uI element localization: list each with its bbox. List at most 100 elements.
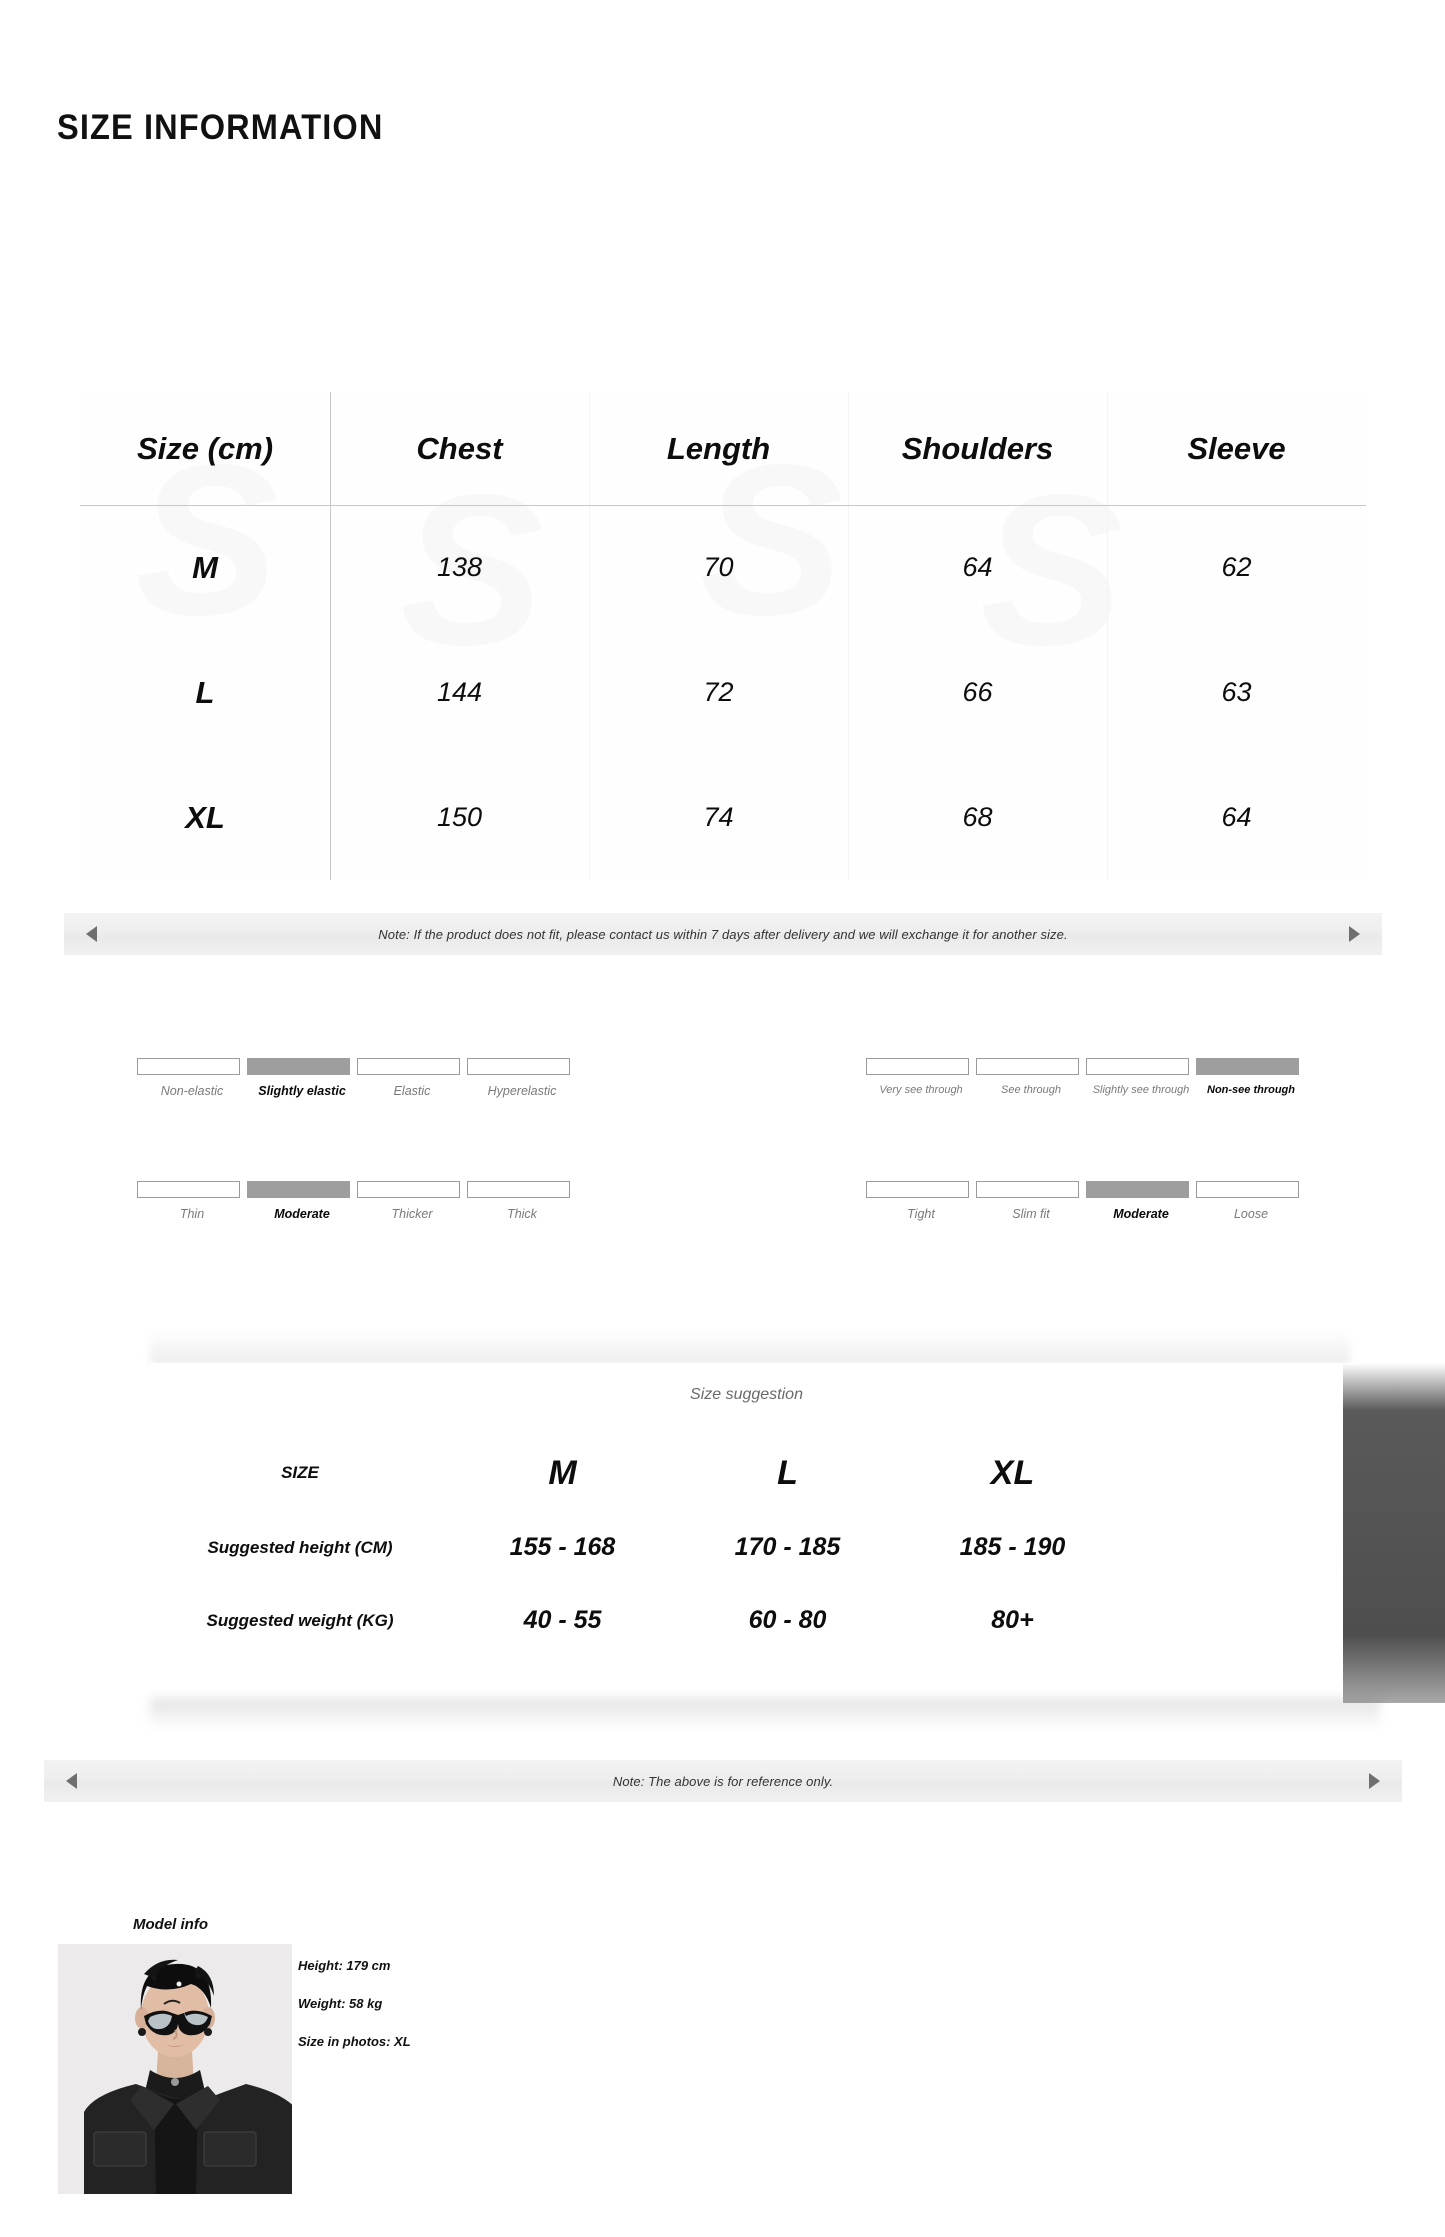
cell-sleeve: 62 <box>1221 552 1252 582</box>
size-table: Size (cm) Chest Length Shoulders Sleeve … <box>80 392 1366 880</box>
table-header-row: Size (cm) Chest Length Shoulders Sleeve <box>80 392 1366 505</box>
column-header-chest: Chest <box>416 430 503 466</box>
column-header-size: Size (cm) <box>136 430 274 466</box>
meter-option-tight[interactable]: Tight <box>866 1181 976 1221</box>
meter-label: Moderate <box>1113 1207 1169 1221</box>
meter-option-see-through[interactable]: See through <box>976 1058 1086 1096</box>
meter-option-moderate[interactable]: Moderate <box>1086 1181 1196 1221</box>
suggestion-size-m: M <box>548 1453 577 1492</box>
meter-option-non-elastic[interactable]: Non-elastic <box>137 1058 247 1098</box>
meter-label: Moderate <box>274 1207 330 1221</box>
row-label-weight: Suggested weight (KG) <box>206 1610 394 1630</box>
column-header-length: Length <box>666 430 771 466</box>
cell-length: 74 <box>703 802 734 832</box>
meter-label: Thin <box>179 1207 205 1221</box>
arrow-right-icon[interactable] <box>1349 926 1360 942</box>
table-row: XL 150 74 68 64 <box>80 755 1366 880</box>
arrow-left-icon[interactable] <box>86 926 97 942</box>
meter-option-non-see-through[interactable]: Non-see through <box>1196 1058 1306 1096</box>
meter-bar <box>137 1181 240 1198</box>
meter-bar <box>976 1058 1079 1075</box>
size-information-page: SIZE INFORMATION S S S S Size (cm) Chest… <box>0 0 1445 2237</box>
size-suggestion-title: Size suggestion <box>690 1386 803 1403</box>
meter-label: Thick <box>507 1207 537 1221</box>
meter-label: Non-elastic <box>160 1084 224 1098</box>
meter-option-slim-fit[interactable]: Slim fit <box>976 1181 1086 1221</box>
meter-option-thick[interactable]: Thick <box>467 1181 577 1221</box>
column-header-sleeve: Sleeve <box>1187 430 1286 466</box>
meter-bar <box>247 1181 350 1198</box>
card-edge-gradient <box>1343 1363 1445 1703</box>
row-label-height: Suggested height (CM) <box>207 1537 393 1557</box>
suggestion-size-xl: XL <box>990 1453 1035 1492</box>
meter-label: Slightly elastic <box>258 1084 346 1098</box>
card-shadow-top <box>150 1330 1350 1365</box>
meter-label: Hyperelastic <box>487 1084 557 1098</box>
suggestion-header-row: SIZE M L XL <box>150 1435 1343 1511</box>
note-text: Note: The above is for reference only. <box>612 1773 834 1789</box>
cell-length: 70 <box>703 552 734 582</box>
meter-option-slightly-see-through[interactable]: Slightly see through <box>1086 1058 1196 1096</box>
meter-option-slightly-elastic[interactable]: Slightly elastic <box>247 1058 357 1098</box>
cell-shoulders: 68 <box>962 802 993 832</box>
meter-bar <box>866 1058 969 1075</box>
model-info-details: Height: 179 cm Weight: 58 kg Size in pho… <box>298 1958 411 2072</box>
meter-option-very-see-through[interactable]: Very see through <box>866 1058 976 1096</box>
suggestion-weight-row: Suggested weight (KG) 40 - 55 60 - 80 80… <box>150 1584 1343 1657</box>
height-value-m: 155 - 168 <box>509 1533 616 1561</box>
meter-option-moderate[interactable]: Moderate <box>247 1181 357 1221</box>
meter-option-elastic[interactable]: Elastic <box>357 1058 467 1098</box>
meter-bar <box>1196 1181 1299 1198</box>
meter-bar <box>1196 1058 1299 1075</box>
arrow-right-icon[interactable] <box>1369 1773 1380 1789</box>
meter-label: Tight <box>907 1207 935 1221</box>
meter-label: Slim fit <box>1012 1207 1050 1221</box>
row-label-size: SIZE <box>281 1463 319 1482</box>
meter-label: Thicker <box>391 1207 433 1221</box>
model-info-label: Model info <box>133 1916 208 1933</box>
note-bar-bottom: Note: The above is for reference only. <box>44 1760 1402 1802</box>
meter-option-thin[interactable]: Thin <box>137 1181 247 1221</box>
meter-bar <box>467 1058 570 1075</box>
suggestion-size-l: L <box>777 1453 798 1492</box>
arrow-left-icon[interactable] <box>66 1773 77 1789</box>
meter-bar <box>866 1181 969 1198</box>
size-suggestion-card: Size suggestion SIZE M L XL Suggested he… <box>150 1363 1343 1703</box>
cell-chest: 150 <box>436 802 483 832</box>
meter-bar <box>247 1058 350 1075</box>
note-text: Note: If the product does not fit, pleas… <box>378 926 1068 942</box>
weight-value-l: 60 - 80 <box>748 1606 827 1634</box>
meter-bar <box>137 1058 240 1075</box>
cell-chest: 138 <box>436 552 483 582</box>
size-table-container: S S S S Size (cm) Chest Length Shoulders… <box>80 392 1366 880</box>
meter-label: Loose <box>1233 1207 1269 1221</box>
meter-option-loose[interactable]: Loose <box>1196 1181 1306 1221</box>
property-group-elasticity: Non-elastic Slightly elastic Elastic Hyp… <box>137 1058 577 1098</box>
cell-sleeve: 64 <box>1221 802 1252 832</box>
height-value-xl: 185 - 190 <box>959 1533 1066 1561</box>
meter-label: Slightly see through <box>1092 1084 1190 1096</box>
table-row: M 138 70 64 62 <box>80 505 1366 630</box>
cell-size: M <box>192 549 218 585</box>
cell-length: 72 <box>703 677 734 707</box>
cell-chest: 144 <box>436 677 483 707</box>
page-title: SIZE INFORMATION <box>57 108 384 147</box>
meter-label: Very see through <box>879 1084 963 1096</box>
meter-label: Elastic <box>393 1084 431 1098</box>
model-weight: Weight: 58 kg <box>298 1996 383 2011</box>
meter-bar <box>467 1181 570 1198</box>
meter-bar <box>1086 1058 1189 1075</box>
meter-bar <box>976 1181 1079 1198</box>
height-value-l: 170 - 185 <box>734 1533 841 1561</box>
property-group-sheerness: Very see through See through Slightly se… <box>866 1058 1306 1096</box>
table-row: L 144 72 66 63 <box>80 630 1366 755</box>
weight-value-xl: 80+ <box>991 1606 1034 1634</box>
cell-size: L <box>195 674 215 710</box>
size-suggestion-grid: SIZE M L XL Suggested height (CM) 155 - … <box>150 1435 1343 1657</box>
meter-option-hyperelastic[interactable]: Hyperelastic <box>467 1058 577 1098</box>
cell-shoulders: 66 <box>962 677 993 707</box>
card-shadow-bottom <box>150 1698 1380 1730</box>
meter-option-thicker[interactable]: Thicker <box>357 1181 467 1221</box>
cell-sleeve: 63 <box>1221 677 1252 707</box>
note-bar-top: Note: If the product does not fit, pleas… <box>64 913 1382 955</box>
